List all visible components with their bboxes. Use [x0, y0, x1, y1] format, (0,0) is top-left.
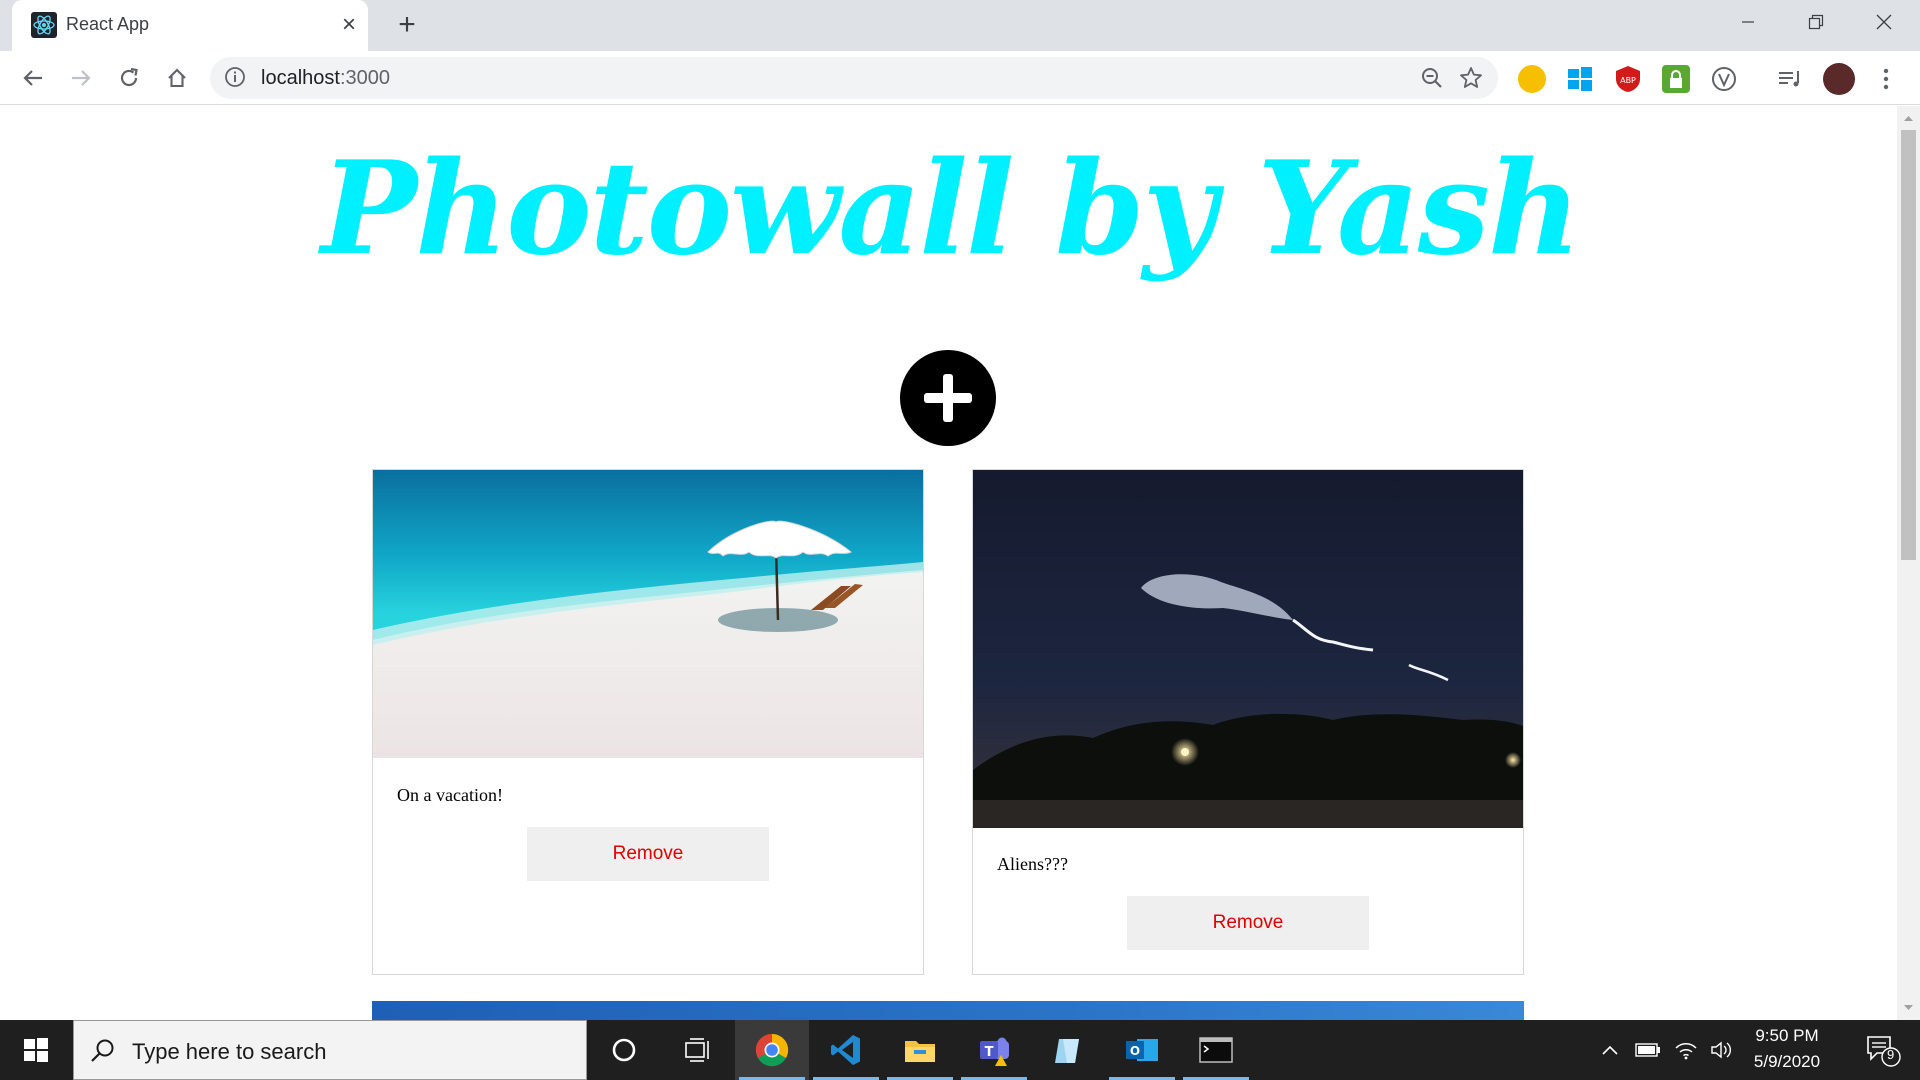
cortana-icon[interactable] — [587, 1020, 661, 1080]
battery-icon[interactable] — [1630, 1020, 1666, 1080]
profile-avatar[interactable] — [1823, 63, 1855, 95]
zoom-icon[interactable] — [1420, 66, 1444, 90]
search-icon — [91, 1039, 114, 1062]
night-sky-photo — [973, 470, 1523, 828]
taskbar-search-box[interactable]: Type here to search — [73, 1020, 587, 1080]
photo-card: Aliens??? Remove — [972, 469, 1524, 975]
svg-text:T: T — [985, 1045, 994, 1060]
notepad-app-icon[interactable] — [1031, 1020, 1105, 1080]
scroll-thumb[interactable] — [1901, 130, 1916, 560]
notifications-icon[interactable]: 9 — [1854, 1020, 1912, 1080]
remove-button[interactable]: Remove — [1127, 896, 1369, 950]
browser-tabstrip: React App × + — [0, 0, 1920, 51]
add-photo-button[interactable] — [900, 350, 996, 446]
home-icon[interactable] — [160, 61, 194, 95]
task-view-icon[interactable] — [661, 1020, 735, 1080]
restore-icon[interactable] — [1782, 0, 1850, 44]
vscode-taskbar-icon[interactable] — [809, 1020, 883, 1080]
file-explorer-icon[interactable] — [883, 1020, 957, 1080]
photo-caption: On a vacation! — [397, 785, 503, 805]
bookmark-star-icon[interactable] — [1459, 66, 1483, 90]
svg-text:ABP: ABP — [1620, 76, 1636, 85]
photo-card: On a vacation! Remove — [372, 469, 924, 975]
browser-tab[interactable]: React App × — [12, 0, 368, 51]
vertical-scrollbar[interactable] — [1897, 106, 1920, 1020]
new-tab-icon[interactable]: + — [392, 10, 422, 40]
windows-taskbar: Type here to search T O 9:50 PM 5/9/2020 — [0, 1020, 1920, 1080]
tab-close-icon[interactable]: × — [336, 12, 362, 38]
clock-time[interactable]: 9:50 PM — [1746, 1026, 1828, 1046]
windows-start-icon[interactable] — [0, 1020, 72, 1080]
clock-date[interactable]: 5/9/2020 — [1746, 1052, 1828, 1072]
react-logo-icon — [31, 12, 57, 38]
tab-title: React App — [66, 14, 150, 34]
svg-text:O: O — [1130, 1044, 1140, 1058]
wifi-icon[interactable] — [1668, 1020, 1704, 1080]
teams-icon[interactable]: T — [957, 1020, 1031, 1080]
outlook-icon[interactable]: O — [1105, 1020, 1179, 1080]
scroll-up-icon[interactable] — [1903, 114, 1914, 122]
url-text: localhost:3000 — [261, 67, 390, 89]
browser-toolbar: localhost:3000 ABP — [0, 51, 1920, 105]
forward-icon[interactable] — [64, 61, 98, 95]
tray-chevron-icon[interactable] — [1596, 1020, 1624, 1080]
chrome-taskbar-icon[interactable] — [735, 1020, 809, 1080]
search-placeholder: Type here to search — [132, 1039, 327, 1064]
page-title: Photowall by Yash — [320, 134, 1581, 284]
address-bar[interactable]: localhost:3000 — [210, 57, 1498, 99]
back-icon[interactable] — [16, 61, 50, 95]
media-controls-icon[interactable] — [1776, 65, 1804, 93]
minimize-icon[interactable] — [1714, 0, 1782, 44]
beach-photo — [373, 470, 923, 758]
remove-button[interactable]: Remove — [527, 827, 769, 881]
extension-v-icon[interactable] — [1710, 65, 1738, 93]
info-icon[interactable] — [224, 66, 246, 88]
page-content: Photowall by Yash On a vacation! Remove … — [0, 106, 1900, 1020]
extension-lock-icon[interactable] — [1662, 65, 1690, 93]
extension-sunglasses-icon[interactable] — [1518, 65, 1546, 93]
notification-count: 9 — [1887, 1047, 1895, 1062]
volume-icon[interactable] — [1704, 1020, 1740, 1080]
menu-kebab-icon[interactable] — [1872, 65, 1900, 93]
close-window-icon[interactable] — [1850, 0, 1918, 44]
photo-caption: Aliens??? — [997, 854, 1068, 874]
next-photo-card-partial — [372, 1001, 1524, 1020]
scroll-down-icon[interactable] — [1903, 1004, 1914, 1012]
extension-windows-icon[interactable] — [1566, 65, 1594, 93]
terminal-icon[interactable] — [1179, 1020, 1253, 1080]
reload-icon[interactable] — [112, 61, 146, 95]
adblock-icon[interactable]: ABP — [1614, 65, 1642, 93]
